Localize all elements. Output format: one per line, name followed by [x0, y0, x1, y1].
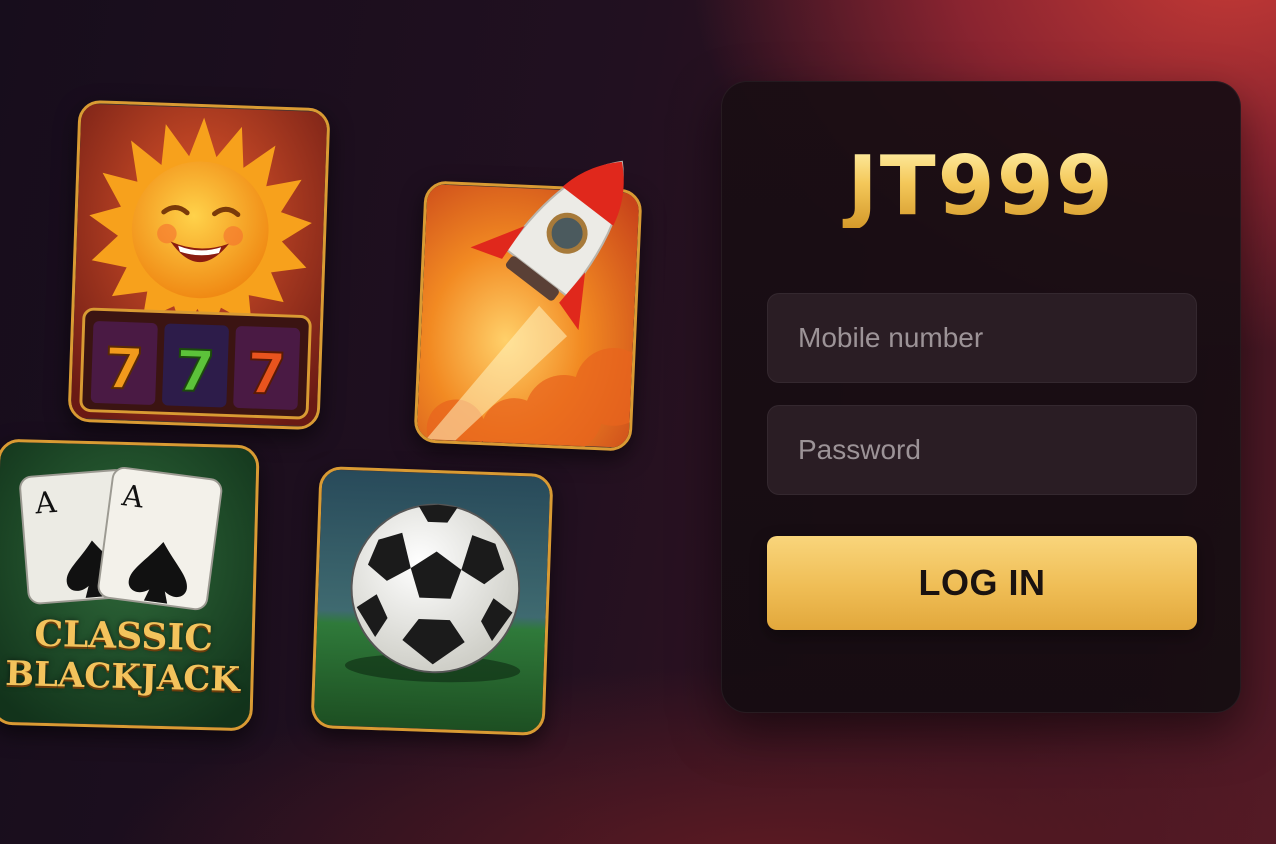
game-tile-rocket[interactable]: [413, 160, 643, 452]
login-button[interactable]: LOG IN: [767, 536, 1197, 630]
game-tile-soccer[interactable]: [310, 465, 554, 737]
blackjack-title-line2: BLACKJACK: [4, 653, 241, 701]
brand-title: JT999: [722, 146, 1240, 228]
card-rank-1: A: [33, 485, 59, 521]
soccer-ball-icon: [313, 469, 551, 733]
reel-2: 7: [174, 338, 216, 405]
reel-1: 7: [103, 336, 145, 403]
password-input[interactable]: [767, 405, 1197, 495]
rocket-crash-icon: [470, 160, 624, 331]
blackjack-title-line1: CLASSIC: [33, 612, 214, 660]
login-panel: JT999 LOG IN: [721, 81, 1241, 713]
sun-slot-777-icon: 7 7 7: [70, 103, 328, 427]
game-tile-blackjack[interactable]: A A CLASSIC BLACKJACK: [0, 438, 260, 732]
mobile-number-input[interactable]: [767, 293, 1197, 383]
game-tile-slots[interactable]: 7 7 7: [67, 99, 331, 431]
reel-3: 7: [246, 341, 288, 408]
